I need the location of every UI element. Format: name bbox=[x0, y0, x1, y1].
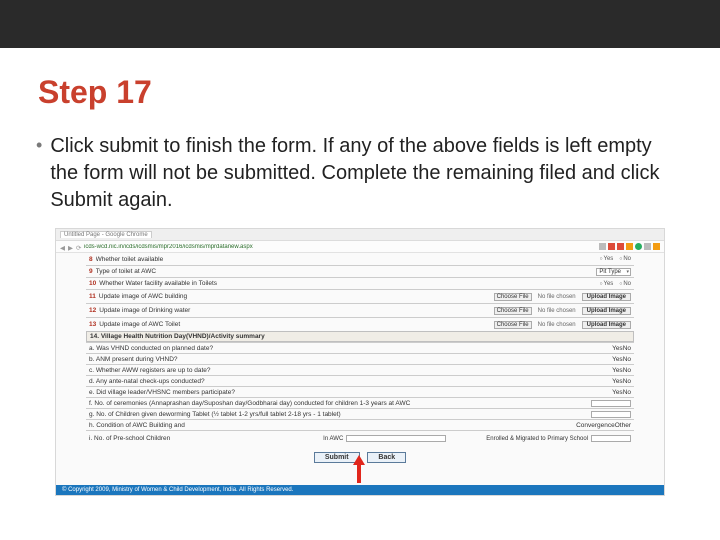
q10-row: 10 Whether Water facility available in T… bbox=[86, 277, 634, 289]
q13-row: 13 Update image of AWC Toilet Choose Fil… bbox=[86, 317, 634, 331]
row-e: e. Did village leader/VHSNC members part… bbox=[86, 386, 634, 397]
button-row: Submit Back bbox=[86, 446, 634, 465]
q12-row: 12 Update image of Drinking water Choose… bbox=[86, 303, 634, 317]
browser-titlebar: Untitled Page - Google Chrome bbox=[56, 229, 664, 241]
url-text: icds-wcd.nic.in/icds/icdsmis/mpr2016/icd… bbox=[84, 244, 596, 250]
toilet-type-select[interactable]: Pit Type bbox=[596, 268, 631, 276]
row-a: a. Was VHND conducted on planned date?Ye… bbox=[86, 342, 634, 353]
choose-file-button[interactable]: Choose File bbox=[494, 307, 532, 315]
row-b: b. ANM present during VHND?YesNo bbox=[86, 353, 634, 364]
extension-icons bbox=[599, 243, 660, 250]
page-footer: © Copyright 2009, Ministry of Women & Ch… bbox=[56, 485, 664, 495]
bullet-item: • Click submit to finish the form. If an… bbox=[36, 133, 684, 214]
row-f: f. No. of ceremonies (Annaprashan day/Su… bbox=[86, 397, 634, 408]
input-f[interactable] bbox=[591, 400, 631, 407]
reload-icon: ⟳ bbox=[76, 244, 81, 249]
back-icon: ◀ bbox=[60, 244, 65, 249]
row-g: g. No. of Children given deworming Table… bbox=[86, 408, 634, 419]
radio-yes[interactable]: Yes bbox=[599, 256, 613, 262]
input-i-left[interactable] bbox=[346, 435, 446, 442]
input-g[interactable] bbox=[591, 411, 631, 418]
upload-image-button[interactable]: Upload Image bbox=[582, 321, 631, 329]
q9-row: 9 Type of toilet at AWC Pit Type bbox=[86, 265, 634, 277]
submit-button[interactable]: Submit bbox=[314, 452, 360, 463]
radio-no[interactable]: No bbox=[619, 281, 631, 287]
step-title: Step 17 bbox=[38, 74, 684, 111]
row-i: i. No. of Pre-school Children In AWC Enr… bbox=[86, 430, 634, 446]
choose-file-button[interactable]: Choose File bbox=[494, 293, 532, 301]
input-i-right[interactable] bbox=[591, 435, 631, 442]
browser-tab: Untitled Page - Google Chrome bbox=[60, 231, 152, 238]
section-14-header: 14. Village Health Nutrition Day(VHND)/A… bbox=[86, 331, 634, 342]
q11-row: 11 Update image of AWC building Choose F… bbox=[86, 289, 634, 303]
choose-file-button[interactable]: Choose File bbox=[494, 321, 532, 329]
bullet-marker: • bbox=[36, 133, 42, 214]
back-button[interactable]: Back bbox=[367, 452, 406, 463]
row-c: c. Whether AWW registers are up to date?… bbox=[86, 364, 634, 375]
row-d: d. Any ante-natal check-ups conducted?Ye… bbox=[86, 375, 634, 386]
radio-no[interactable]: No bbox=[619, 256, 631, 262]
row-h: h. Condition of AWC Building andConverge… bbox=[86, 419, 634, 430]
radio-yes[interactable]: Yes bbox=[599, 281, 613, 287]
bullet-text: Click submit to finish the form. If any … bbox=[50, 133, 684, 214]
form-page: 8 Whether toilet available YesNo 9 Type … bbox=[56, 253, 664, 465]
browser-address-bar: ◀ ▶ ⟳ icds-wcd.nic.in/icds/icdsmis/mpr20… bbox=[56, 241, 664, 253]
upload-image-button[interactable]: Upload Image bbox=[582, 293, 631, 301]
slide-topbar bbox=[0, 0, 720, 48]
upload-image-button[interactable]: Upload Image bbox=[582, 307, 631, 315]
q8-row: 8 Whether toilet available YesNo bbox=[86, 253, 634, 265]
embedded-screenshot: Untitled Page - Google Chrome ◀ ▶ ⟳ icds… bbox=[55, 228, 665, 496]
forward-icon: ▶ bbox=[68, 244, 73, 249]
